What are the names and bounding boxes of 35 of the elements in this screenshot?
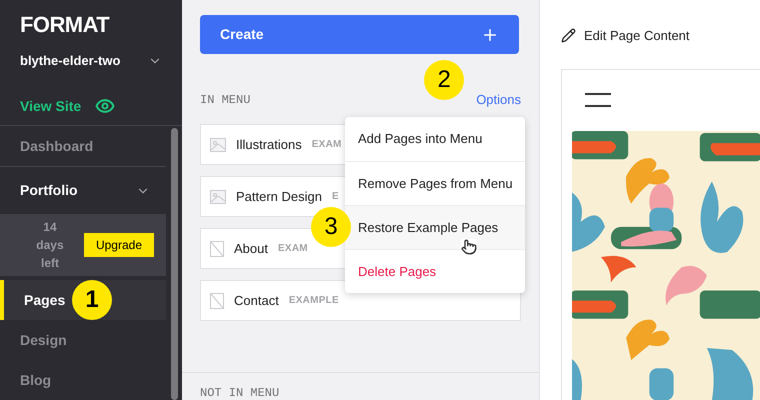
menu-icon xyxy=(585,92,611,106)
example-tag: EXAM xyxy=(312,137,342,152)
section-heading: NOT IN MENU xyxy=(200,387,280,399)
image-icon xyxy=(210,190,226,204)
edit-page-link[interactable]: Edit Page Content xyxy=(561,26,690,46)
pencil-icon xyxy=(561,28,576,44)
nav-item[interactable]: Dashboard xyxy=(0,126,166,166)
create-button[interactable]: Create xyxy=(200,15,519,54)
page-title: Pattern Design xyxy=(236,188,322,206)
example-tag: EXAMPLE xyxy=(288,293,339,308)
nav-item[interactable]: Pages 1 xyxy=(0,280,166,320)
page-title: About xyxy=(234,240,268,258)
section-heading: IN MENU xyxy=(200,92,250,109)
scrollbar-thumb[interactable] xyxy=(170,128,178,400)
image-icon xyxy=(210,138,226,152)
hand-cursor-icon xyxy=(461,239,477,255)
blank-page-icon xyxy=(210,292,224,308)
page-title: Illustrations xyxy=(236,136,302,154)
logo: FORMAT xyxy=(20,14,110,36)
site-switcher[interactable]: blythe-elder-two xyxy=(20,51,162,70)
menu-item[interactable]: Restore Example Pages xyxy=(345,205,525,249)
blank-page-icon xyxy=(210,240,224,256)
options-link[interactable]: Options xyxy=(476,92,521,107)
step-number: 1 xyxy=(72,280,112,320)
example-tag: EXAM xyxy=(278,241,308,256)
step-number: 2 xyxy=(424,60,464,100)
view-site-link[interactable]: View Site xyxy=(20,96,116,116)
page-title: Contact xyxy=(234,292,279,310)
trial-text: 14 days left xyxy=(35,219,65,272)
example-tag: E xyxy=(332,189,339,204)
nav-item[interactable]: Blog xyxy=(0,360,166,400)
nav-item[interactable]: Design xyxy=(0,320,166,360)
eye-icon xyxy=(95,96,116,116)
upgrade-button[interactable]: Upgrade xyxy=(84,233,154,257)
menu-item[interactable]: Add Pages into Menu xyxy=(345,117,525,161)
